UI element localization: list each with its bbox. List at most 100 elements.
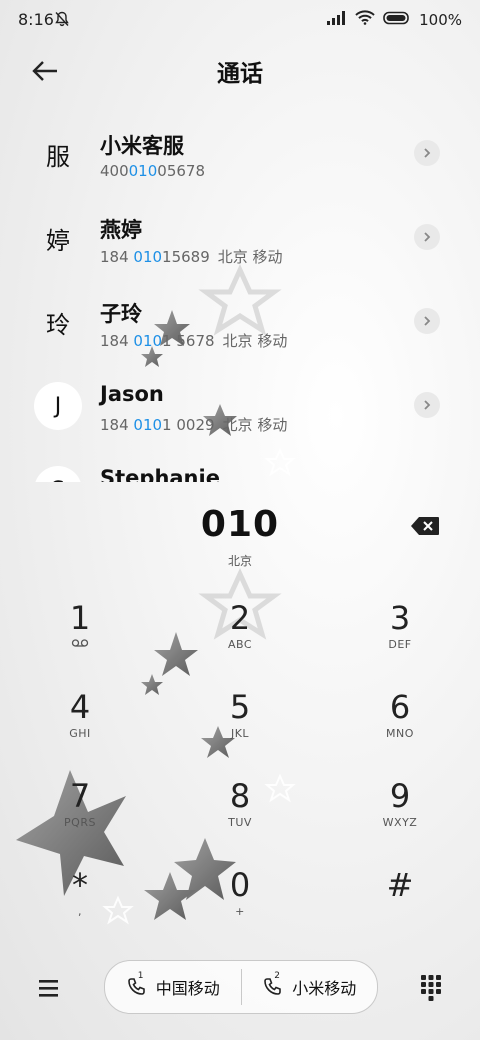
key-letters: WXYZ — [382, 816, 418, 829]
key-3[interactable]: 3 DEF — [340, 592, 460, 672]
chevron-right-icon — [424, 232, 431, 242]
wifi-icon — [355, 10, 375, 29]
hamburger-menu-icon — [39, 980, 58, 997]
key-letters — [340, 905, 460, 919]
battery-icon — [383, 11, 411, 29]
key-digit: 8 — [229, 777, 251, 815]
number-suffix: 1 0029 — [162, 416, 215, 434]
phone-sim1-icon: 1 — [126, 971, 146, 997]
contact-location: 北京 移动 — [222, 332, 288, 350]
key-digit: 7 — [69, 777, 91, 815]
contact-detail-button[interactable] — [414, 140, 440, 166]
backspace-icon — [411, 517, 439, 535]
key-1[interactable]: 1 — [20, 592, 140, 672]
contact-avatar: 服 — [46, 142, 70, 171]
key-8[interactable]: 8 TUV — [180, 770, 300, 850]
contact-name: 燕婷 — [100, 218, 142, 242]
key-letters: , — [78, 905, 82, 918]
backspace-button[interactable] — [410, 516, 440, 536]
sim-index: 2 — [274, 971, 280, 981]
contact-row[interactable]: 服 小米客服 40001005678 — [0, 112, 480, 196]
menu-button[interactable] — [36, 976, 62, 1000]
number-suffix: 05678 — [157, 162, 205, 180]
number-prefix: 184 — [100, 248, 134, 266]
key-star[interactable]: *, — [20, 859, 140, 939]
call-sim1-button[interactable]: 1 中国移动 — [105, 961, 241, 1013]
key-4[interactable]: 4 GHI — [20, 681, 140, 761]
status-bar: 8:16 100% — [0, 0, 480, 40]
sim1-carrier-label: 中国移动 — [155, 979, 220, 998]
contact-detail-button[interactable] — [414, 224, 440, 250]
key-letters: ABC — [227, 638, 253, 651]
number-suffix: 1 5678 — [162, 332, 215, 350]
key-2[interactable]: 2 ABC — [180, 592, 300, 672]
contact-detail-button[interactable] — [414, 308, 440, 334]
call-sim-buttons: 1 中国移动 2 小米移动 — [104, 960, 378, 1014]
battery-percent: 100% — [419, 10, 462, 29]
contact-avatar: 玲 — [46, 310, 70, 339]
contact-avatar: J — [34, 382, 82, 430]
chevron-right-icon — [424, 316, 431, 326]
sim2-carrier-label: 小米移动 — [292, 979, 357, 998]
chevron-right-icon — [424, 148, 431, 158]
contact-number: 184 0101 5678 北京 移动 — [100, 330, 287, 351]
contact-row[interactable]: 婷 燕婷 184 01015689 北京 移动 — [0, 196, 480, 280]
contact-number: 184 0101 0029 北京 移动 — [100, 414, 287, 435]
dialed-number[interactable]: 010 — [0, 504, 480, 545]
key-letters: MNO — [386, 727, 414, 740]
key-5[interactable]: 5 JKL — [180, 681, 300, 761]
contact-number: 184 01015689 北京 移动 — [100, 246, 283, 267]
chevron-right-icon — [424, 400, 431, 410]
contact-row[interactable]: J Jason 184 0101 0029 北京 移动 — [0, 364, 480, 448]
key-digit: 2 — [229, 599, 251, 637]
voicemail-icon — [20, 638, 140, 652]
number-match-highlight: 010 — [133, 416, 163, 434]
contact-detail-button[interactable] — [414, 392, 440, 418]
key-digit: 9 — [389, 777, 411, 815]
hide-keypad-button[interactable] — [420, 974, 442, 1002]
phone-sim2-icon: 2 — [262, 971, 282, 997]
key-letters: TUV — [228, 816, 252, 829]
contact-row[interactable]: 玲 子玲 184 0101 5678 北京 移动 — [0, 280, 480, 364]
key-digit: # — [386, 866, 414, 904]
contact-name: Jason — [100, 382, 164, 406]
key-digit: 3 — [389, 599, 411, 637]
contact-avatar: S — [34, 466, 82, 482]
contact-row[interactable]: S Stephanie — [0, 448, 480, 482]
contact-name: 子玲 — [100, 302, 142, 326]
key-digit: 5 — [229, 688, 251, 726]
key-digit: 6 — [389, 688, 411, 726]
keypad-icon — [421, 975, 441, 1001]
dialed-number-location: 北京 — [227, 554, 252, 568]
number-match-highlight: 010 — [128, 162, 158, 180]
number-match-highlight: 010 — [133, 332, 163, 350]
key-digit: 0 — [229, 866, 251, 904]
key-hash[interactable]: # — [340, 859, 460, 939]
contact-results-list[interactable]: 服 小米客服 40001005678 婷 燕婷 184 01015689 北京 移… — [0, 112, 480, 482]
key-9[interactable]: 9 WXYZ — [340, 770, 460, 850]
key-7[interactable]: 7 PQRS — [20, 770, 140, 850]
number-prefix: 184 — [100, 332, 134, 350]
key-6[interactable]: 6 MNO — [340, 681, 460, 761]
bell-off-icon — [54, 11, 70, 31]
key-digit: 1 — [69, 599, 91, 637]
key-letters: GHI — [69, 727, 91, 740]
sim-index: 1 — [137, 971, 144, 981]
key-digit: 4 — [69, 688, 91, 726]
contact-location: 北京 移动 — [222, 416, 288, 434]
number-prefix: 184 — [100, 416, 134, 434]
page-title: 通话 — [217, 61, 263, 87]
signal-icon — [327, 10, 347, 29]
contact-name: Stephanie — [100, 466, 220, 482]
key-0[interactable]: 0 + — [180, 859, 300, 939]
key-letters: PQRS — [64, 816, 96, 829]
number-prefix: 400 — [100, 162, 129, 180]
call-sim2-button[interactable]: 2 小米移动 — [242, 961, 378, 1013]
number-match-highlight: 010 — [133, 248, 163, 266]
contact-avatar: 婷 — [46, 226, 70, 255]
key-letters: DEF — [388, 638, 412, 651]
key-letters: + — [235, 905, 245, 918]
app-bar: 通话 — [0, 40, 480, 100]
key-digit: * — [72, 866, 88, 904]
dialpad: 010 北京 1 2 ABC 3 DEF 4 GHI 5 JKL 6 MNO 7 PQRS … — [0, 482, 480, 1040]
